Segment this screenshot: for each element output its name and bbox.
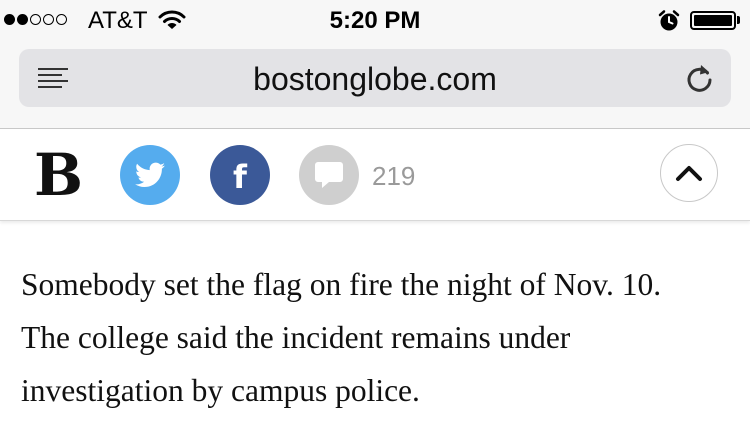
twitter-icon	[135, 162, 165, 187]
article-body: Somebody set the flag on fire the night …	[21, 258, 741, 417]
facebook-icon: f	[233, 158, 247, 196]
status-bar: AT&T 5:20 PM	[0, 0, 750, 40]
article-line: investigation by campus police.	[21, 373, 420, 408]
reload-icon[interactable]	[685, 62, 715, 94]
facebook-share-button[interactable]: f	[210, 145, 270, 205]
address-bar[interactable]: bostonglobe.com	[19, 49, 731, 107]
browser-toolbar: bostonglobe.com	[0, 40, 750, 129]
status-time: 5:20 PM	[329, 7, 421, 34]
comments-button[interactable]	[299, 145, 359, 205]
battery-tip	[737, 16, 740, 24]
article-line: Somebody set the flag on fire the night …	[21, 267, 662, 302]
battery-icon	[690, 11, 736, 30]
chevron-up-icon	[676, 166, 702, 181]
boston-globe-logo[interactable]: B	[34, 143, 90, 207]
comment-count[interactable]: 219	[372, 161, 415, 192]
scroll-to-top-button[interactable]	[660, 144, 718, 202]
twitter-share-button[interactable]	[120, 145, 180, 205]
comment-icon	[315, 162, 343, 188]
share-bar: B f 219	[0, 129, 750, 221]
alarm-icon	[658, 10, 680, 31]
article-line: The college said the incident remains un…	[21, 320, 571, 355]
url-text[interactable]: bostonglobe.com	[19, 61, 731, 98]
